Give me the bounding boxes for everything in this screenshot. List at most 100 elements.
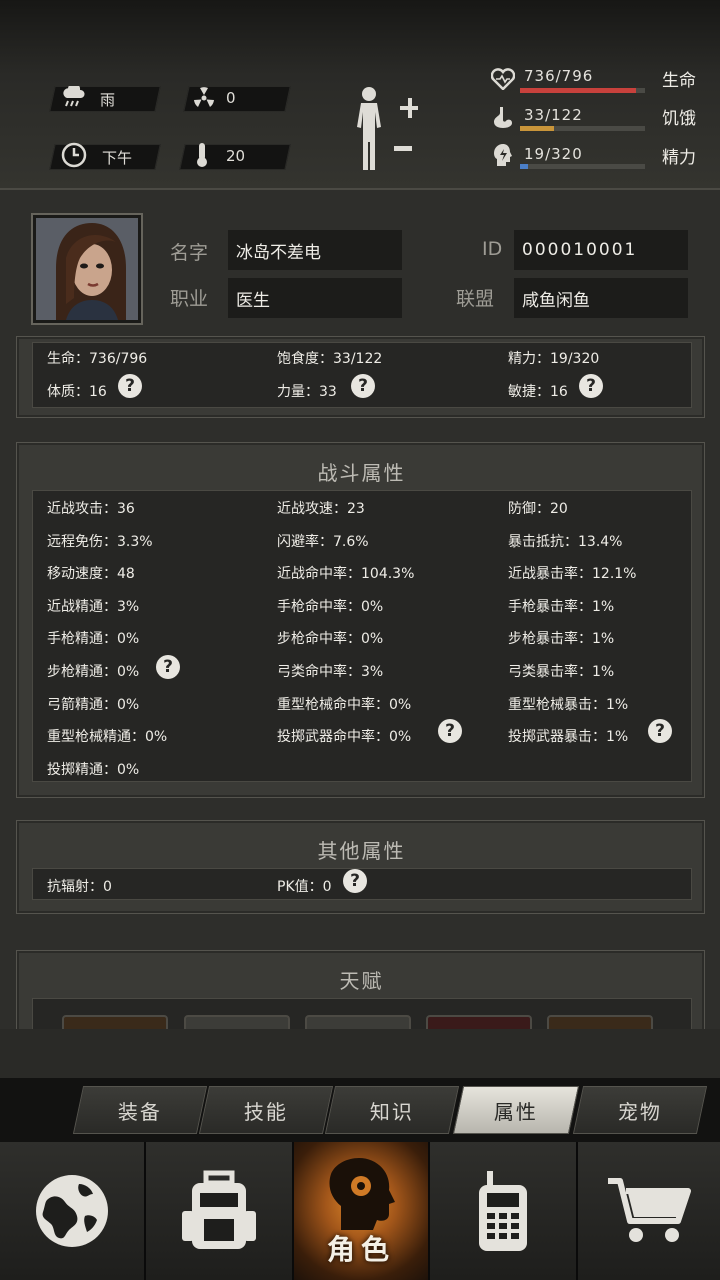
combat-stat-r4-c2: 步枪暴击率：1% (508, 631, 615, 648)
thermometer-icon (192, 141, 212, 169)
name-field: 冰岛不差电 (228, 230, 402, 270)
talent-slot-4[interactable] (426, 1015, 532, 1029)
nav-character[interactable]: 角色 (294, 1142, 430, 1280)
avatar[interactable] (33, 215, 141, 323)
name-label: 名字 (170, 242, 209, 264)
combat-stat-r5-c1: 弓类命中率：3% (277, 664, 384, 680)
stat-health: 生命：736/796 (47, 351, 148, 367)
combat-stat-r6-c0: 弓箭精通：0% (47, 696, 140, 713)
nav-radio[interactable] (430, 1142, 578, 1280)
nav-shop[interactable] (578, 1142, 720, 1280)
rain-cloud-icon (60, 84, 88, 112)
tab-pets[interactable]: 宠物 (572, 1086, 708, 1134)
tab-equipment[interactable]: 装备 (72, 1086, 208, 1134)
strength-help-icon[interactable]: ? (351, 374, 375, 398)
combat-stat-r7-c0: 重型枪械精通：0% (47, 729, 168, 746)
tab-knowledge[interactable]: 知识 (324, 1086, 460, 1134)
talent-slot-3[interactable] (305, 1015, 411, 1029)
combat-stat-r7-c1: 投掷武器命中率：0% (277, 729, 412, 746)
stat-energy: 精力：19/320 (508, 351, 600, 367)
body-status-button[interactable] (352, 86, 418, 176)
alliance-field: 咸鱼闲鱼 (514, 278, 688, 318)
clock-icon (60, 141, 88, 169)
job-label: 职业 (170, 288, 209, 310)
talent-slot-1[interactable] (62, 1015, 168, 1029)
energy-label: 精力 (662, 148, 696, 168)
rifle-mastery-help-icon[interactable]: ? (156, 655, 180, 679)
agility-help-icon[interactable]: ? (579, 374, 603, 398)
combat-stat-r3-c1: 手枪命中率：0% (277, 598, 384, 615)
stat-radiation-resistance: 抗辐射：0 (47, 879, 112, 895)
combat-stat-r6-c2: 重型枪械暴击：1% (508, 696, 629, 713)
id-field: 000010001 (514, 230, 688, 270)
radiation-icon (190, 84, 218, 112)
combat-stat-r1-c1: 闪避率：7.6% (277, 533, 369, 550)
combat-stat-r3-c2: 手枪暴击率：1% (508, 598, 615, 615)
nav-backpack[interactable] (146, 1142, 294, 1280)
hunger-bar (520, 126, 645, 131)
combat-stat-r5-c2: 弓类暴击率：1% (508, 664, 615, 680)
combat-stat-r1-c2: 暴击抵抗：13.4% (508, 533, 623, 550)
alliance-label: 联盟 (456, 288, 495, 310)
combat-stat-r6-c1: 重型枪械命中率：0% (277, 696, 412, 713)
combat-stat-r2-c2: 近战暴击率：12.1% (508, 566, 637, 583)
combat-stat-r8-c0: 投掷精通：0% (47, 761, 140, 778)
energy-bar (520, 164, 645, 169)
throw-hit-help-icon[interactable]: ? (438, 719, 462, 743)
stat-pk-value: PK值：0 (277, 879, 332, 895)
head-profile-icon (329, 1158, 395, 1230)
brain-icon (490, 142, 516, 168)
bottom-navigation: 角色 (0, 1142, 720, 1280)
character-tab-bar: 装备 技能 知识 属性 宠物 (0, 1078, 720, 1142)
combat-stat-r1-c0: 远程免伤：3.3% (47, 533, 153, 550)
status-header: 雨 0 下午 20 736/796 生命 33/122 饥饿 19/320 精力 (0, 0, 720, 188)
energy-bar-value: 19/320 (524, 145, 583, 163)
walkie-talkie-icon (479, 1171, 527, 1251)
health-bar-value: 736/796 (524, 67, 594, 85)
combat-stat-r4-c0: 手枪精通：0% (47, 631, 140, 648)
throw-crit-help-icon[interactable]: ? (648, 719, 672, 743)
talent-slot-2[interactable] (184, 1015, 290, 1029)
stat-satiety: 饱食度：33/122 (277, 351, 383, 367)
stat-strength: 力量：33 (277, 384, 337, 400)
globe-icon (36, 1175, 108, 1247)
weather-value: 雨 (100, 91, 116, 109)
combat-stat-r2-c0: 移动速度：48 (47, 566, 135, 583)
pk-help-icon[interactable]: ? (343, 869, 367, 893)
combat-stat-r0-c0: 近战攻击：36 (47, 501, 135, 517)
character-portrait-icon (36, 218, 138, 320)
radiation-value: 0 (226, 89, 236, 107)
combat-stat-r0-c2: 防御：20 (508, 501, 568, 517)
nav-character-label: 角色 (326, 1233, 395, 1266)
talent-slot-5[interactable] (547, 1015, 653, 1029)
health-bar (520, 88, 645, 93)
health-label: 生命 (662, 71, 696, 91)
talent-title: 天赋 (339, 969, 384, 993)
body-silhouette-icon (357, 87, 418, 170)
job-field: 医生 (228, 278, 402, 318)
id-label: ID (482, 238, 503, 260)
nav-world-map[interactable] (0, 1142, 146, 1280)
combat-stat-r5-c0: 步枪精通：0% (47, 664, 140, 680)
heart-icon (490, 66, 516, 92)
combat-title: 战斗属性 (317, 461, 406, 485)
backpack-icon (182, 1170, 256, 1249)
attributes-page[interactable]: 名字 冰岛不差电 ID 000010001 职业 医生 联盟 咸鱼闲鱼 生命：7… (0, 188, 720, 1080)
shopping-cart-icon (608, 1178, 691, 1242)
tab-attributes[interactable]: 属性 (452, 1086, 580, 1134)
combat-stat-r3-c0: 近战精通：3% (47, 598, 140, 615)
tab-skills[interactable]: 技能 (198, 1086, 334, 1134)
other-attributes-panel: 其他属性 (16, 820, 705, 914)
hunger-label: 饥饿 (662, 109, 696, 129)
hunger-bar-value: 33/122 (524, 106, 583, 124)
constitution-help-icon[interactable]: ? (118, 374, 142, 398)
combat-stat-r7-c2: 投掷武器暴击：1% (508, 729, 629, 746)
combat-stat-r2-c1: 近战命中率：104.3% (277, 566, 415, 583)
combat-stat-r4-c1: 步枪命中率：0% (277, 631, 384, 648)
combat-stat-r0-c1: 近战攻速：23 (277, 501, 365, 517)
other-title: 其他属性 (317, 839, 406, 863)
stomach-icon (490, 104, 516, 130)
time-value: 下午 (102, 149, 133, 167)
stat-constitution: 体质：16 (47, 384, 107, 400)
temperature-value: 20 (226, 147, 246, 165)
